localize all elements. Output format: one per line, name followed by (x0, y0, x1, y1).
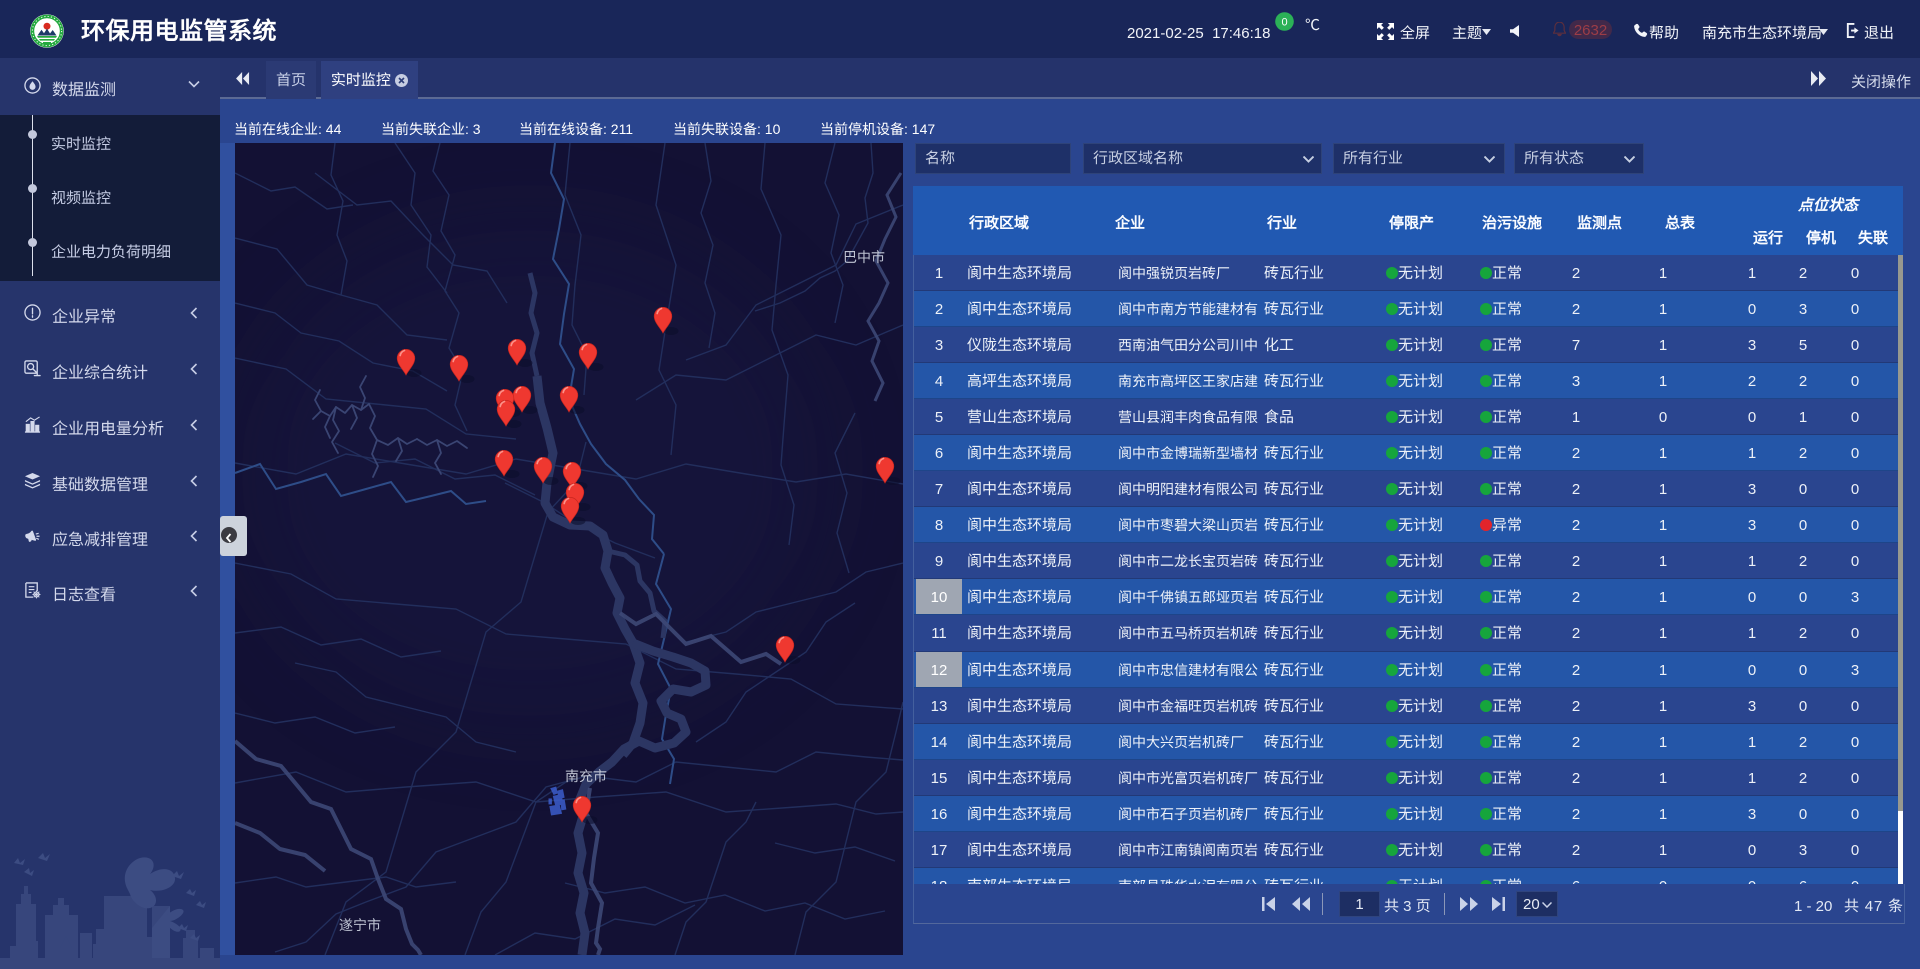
svg-text:0: 0 (1281, 17, 1287, 29)
